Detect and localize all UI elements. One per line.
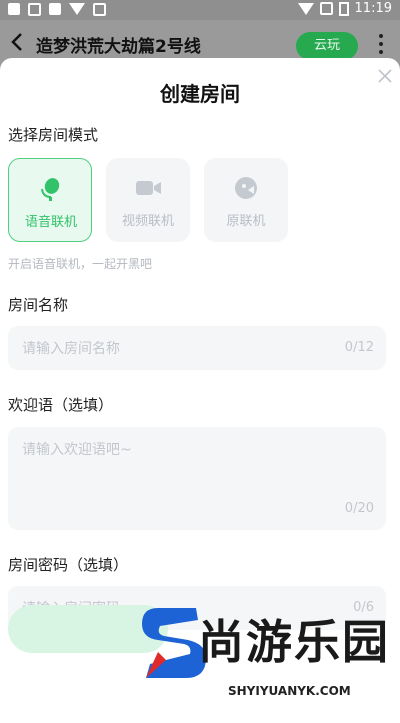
mode-section-label: 选择房间模式: [8, 126, 99, 144]
welcome-placeholder: 请输入欢迎语吧~: [22, 442, 132, 458]
microphone-icon: [41, 178, 60, 201]
status-time: 11:19: [354, 1, 392, 16]
mode-original[interactable]: 原联机: [204, 158, 288, 242]
back-button[interactable]: [6, 30, 30, 54]
warning-icon: [69, 3, 85, 15]
cloud-play-button[interactable]: 云玩: [296, 32, 358, 60]
password-label: 房间密码（选填）: [8, 556, 129, 574]
watermark-text: 尚游乐园: [198, 615, 390, 669]
gamepad-icon: [235, 177, 257, 199]
notification-icon: [8, 3, 20, 15]
app-icon: [93, 3, 106, 16]
mode-voice[interactable]: 语音联机: [8, 158, 92, 242]
video-camera-icon: [136, 181, 161, 195]
mode-label: 原联机: [226, 214, 266, 229]
welcome-label: 欢迎语（选填）: [8, 396, 114, 414]
mode-options: 语音联机 视频联机 原联机: [8, 158, 288, 242]
wifi-icon: [297, 2, 314, 15]
mode-hint: 开启语音联机，一起开黑吧: [8, 257, 153, 271]
app-title: 造梦洪荒大劫篇2号线: [36, 37, 201, 57]
watermark: 尚游乐园 SHYIYUANYK.COM: [118, 600, 400, 723]
mode-video[interactable]: 视频联机: [106, 158, 190, 242]
mode-label: 视频联机: [121, 214, 174, 229]
more-icon: [379, 34, 383, 38]
status-bar: 11:19: [0, 0, 400, 20]
notification-icon: [49, 3, 61, 15]
battery-icon: [338, 1, 349, 16]
welcome-counter: 0/20: [344, 501, 374, 516]
dialog-title: 创建房间: [160, 82, 240, 106]
mode-label: 语音联机: [24, 215, 77, 230]
room-name-label: 房间名称: [8, 296, 69, 314]
room-name-placeholder: 请输入房间名称: [22, 341, 120, 357]
back-arrow-icon: [11, 33, 22, 51]
watermark-url: SHYIYUANYK.COM: [228, 684, 351, 698]
sim-icon: [319, 2, 333, 15]
room-name-counter: 0/12: [344, 340, 374, 355]
room-name-input[interactable]: 请输入房间名称 0/12: [8, 326, 386, 370]
welcome-input[interactable]: 请输入欢迎语吧~ 0/20: [8, 427, 386, 530]
more-menu-button[interactable]: [376, 34, 386, 58]
notification-icon: [28, 3, 41, 16]
